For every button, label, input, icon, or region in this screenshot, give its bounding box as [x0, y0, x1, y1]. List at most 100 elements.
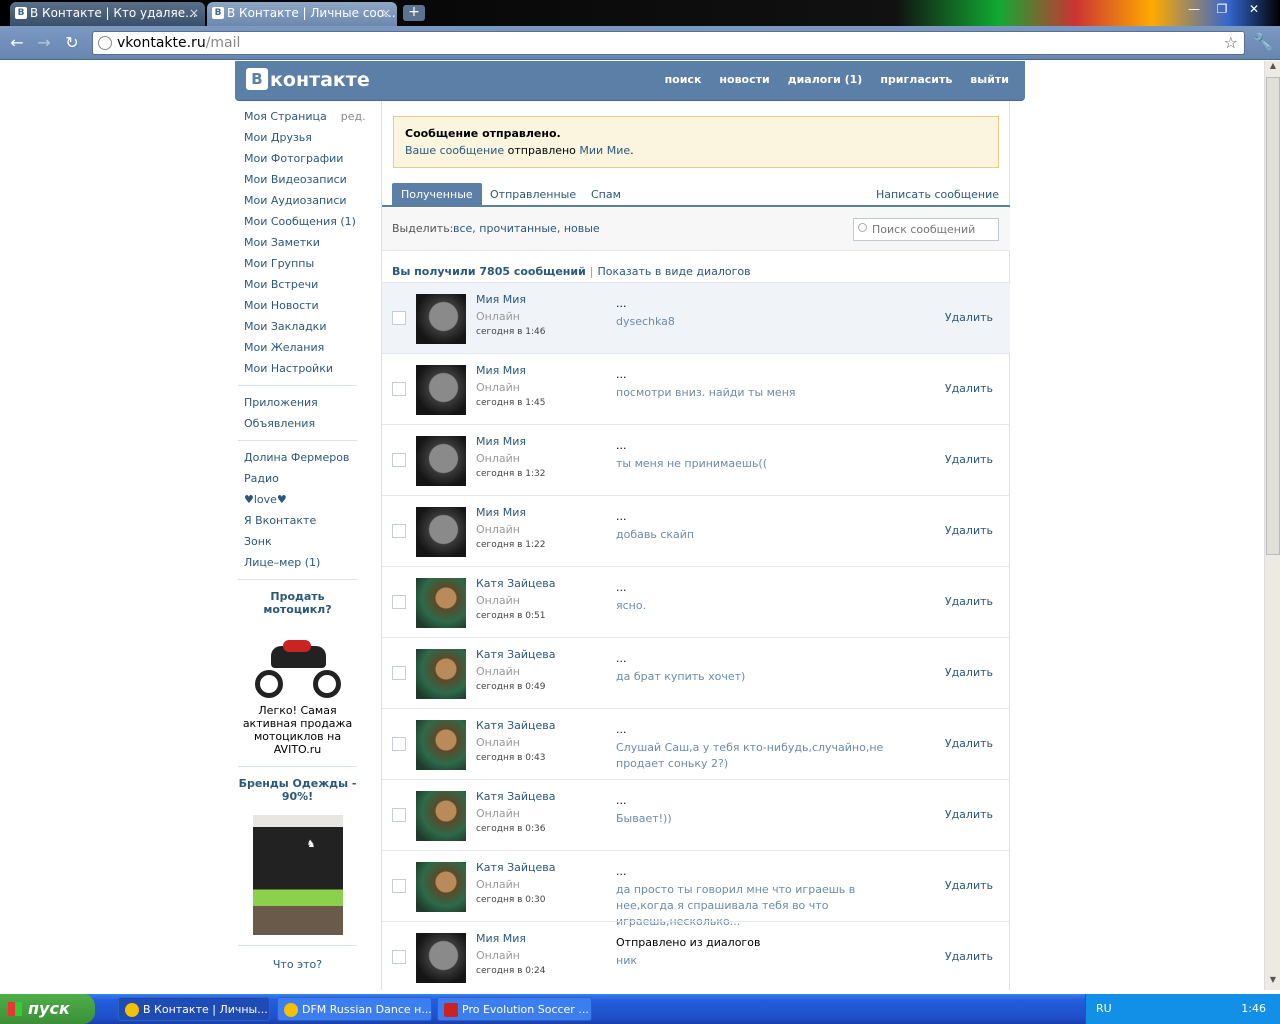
- browser-tab[interactable]: B В Контакте | Кто удаляе... ×: [10, 2, 205, 26]
- sidebar-app-ya-vkontakte[interactable]: Я Вконтакте: [238, 510, 357, 531]
- message-subject[interactable]: ...: [616, 794, 627, 807]
- write-message-link[interactable]: Написать сообщение: [876, 183, 999, 207]
- minimize-button[interactable]: —: [1180, 0, 1208, 18]
- nav-logout[interactable]: выйти: [970, 73, 1009, 86]
- clock[interactable]: 1:46: [1241, 994, 1266, 1024]
- sidebar-item-groups[interactable]: Мои Группы: [238, 253, 357, 274]
- motorcycle-image[interactable]: [253, 628, 343, 698]
- message-preview[interactable]: да брат купить хочет): [616, 669, 916, 685]
- sidebar-app-farm[interactable]: Долина Фермеров: [238, 447, 357, 468]
- tab-spam[interactable]: Спам: [582, 183, 630, 207]
- message-row[interactable]: Мия Мия Онлайн сегодня в 1:22... добавь ска…: [382, 495, 1010, 566]
- close-icon[interactable]: ×: [189, 2, 199, 24]
- delete-link[interactable]: Удалить: [945, 311, 993, 324]
- sender-name[interactable]: Мия Мия: [476, 293, 526, 306]
- sender-name[interactable]: Катя Зайцева: [476, 648, 556, 661]
- sidebar-item-bookmarks[interactable]: Мои Закладки: [238, 316, 357, 337]
- sidebar-item-settings[interactable]: Мои Настройки: [238, 358, 357, 379]
- page-scrollbar[interactable]: ▲ ▼: [1264, 61, 1280, 990]
- ad-title[interactable]: Продать мотоцикл?: [238, 590, 357, 616]
- sender-name[interactable]: Мия Мия: [476, 364, 526, 377]
- avatar[interactable]: [416, 365, 466, 415]
- ad-title[interactable]: Бренды Одежды - 90%!: [238, 777, 357, 803]
- scroll-up-arrow-icon[interactable]: ▲: [1266, 61, 1280, 76]
- back-arrow-icon[interactable]: ←: [6, 32, 28, 54]
- message-checkbox[interactable]: [392, 453, 406, 467]
- sidebar-app-radio[interactable]: Радио: [238, 468, 357, 489]
- tab-inbox[interactable]: Полученные: [392, 183, 482, 207]
- avatar[interactable]: [416, 578, 466, 628]
- select-links[interactable]: все, прочитанные, новые: [453, 222, 600, 235]
- forward-arrow-icon[interactable]: →: [33, 32, 55, 54]
- sender-name[interactable]: Мия Мия: [476, 435, 526, 448]
- delete-link[interactable]: Удалить: [945, 808, 993, 821]
- close-icon[interactable]: ×: [381, 2, 391, 24]
- message-row[interactable]: Катя Зайцева Онлайн сегодня в 0:43... Слуша…: [382, 708, 1010, 779]
- nav-news[interactable]: новости: [719, 73, 769, 86]
- message-subject[interactable]: ...: [616, 368, 627, 381]
- sender-name[interactable]: Мия Мия: [476, 932, 526, 945]
- message-subject[interactable]: ...: [616, 510, 627, 523]
- scrollbar-thumb[interactable]: [1266, 77, 1280, 555]
- sidebar-item-wishes[interactable]: Мои Желания: [238, 337, 357, 358]
- sender-name[interactable]: Мия Мия: [476, 506, 526, 519]
- message-row[interactable]: Катя Зайцева Онлайн сегодня в 0:51... ясно.…: [382, 566, 1010, 637]
- new-tab-button[interactable]: +: [403, 5, 425, 21]
- nav-invite[interactable]: пригласить: [880, 73, 952, 86]
- message-preview[interactable]: ты меня не принимаешь((: [616, 456, 916, 472]
- message-preview[interactable]: Слушай Саш,а у тебя кто-нибудь,случайно,…: [616, 740, 916, 772]
- nav-dialogs[interactable]: диалоги (1): [788, 73, 863, 86]
- message-subject[interactable]: Отправлено из диалогов: [616, 936, 760, 949]
- sidebar-item-videos[interactable]: Мои Видеозаписи: [238, 169, 357, 190]
- message-row[interactable]: Мия Мия Онлайн сегодня в 1:32... ты меня не…: [382, 424, 1010, 495]
- sender-name[interactable]: Катя Зайцева: [476, 577, 556, 590]
- message-row[interactable]: Катя Зайцева Онлайн сегодня в 0:30... да пр…: [382, 850, 1010, 928]
- sidebar-item-ads[interactable]: Объявления: [238, 413, 357, 434]
- message-subject[interactable]: ...: [616, 297, 627, 310]
- message-row[interactable]: Мия Мия Онлайн сегодня в 0:24 Отправлено из…: [382, 921, 1010, 990]
- language-indicator[interactable]: RU: [1096, 994, 1112, 1024]
- delete-link[interactable]: Удалить: [945, 737, 993, 750]
- message-subject[interactable]: ...: [616, 581, 627, 594]
- message-search-input[interactable]: Поиск сообщений: [853, 218, 999, 241]
- nav-search[interactable]: поиск: [665, 73, 702, 86]
- message-checkbox[interactable]: [392, 737, 406, 751]
- scroll-down-arrow-icon[interactable]: ▼: [1266, 975, 1280, 990]
- delete-link[interactable]: Удалить: [945, 524, 993, 537]
- address-bar[interactable]: vkontakte.ru/mail ☆: [92, 31, 1245, 55]
- recipient-link[interactable]: Мии Мие: [579, 144, 630, 157]
- delete-link[interactable]: Удалить: [945, 595, 993, 608]
- sidebar-app-love[interactable]: ♥love♥: [238, 489, 357, 510]
- delete-link[interactable]: Удалить: [945, 453, 993, 466]
- avatar[interactable]: [416, 507, 466, 557]
- sidebar-item-news[interactable]: Мои Новости: [238, 295, 357, 316]
- message-preview[interactable]: dysechka8: [616, 314, 916, 330]
- message-row[interactable]: Мия Мия Онлайн сегодня в 1:45... посмотри в…: [382, 353, 1010, 424]
- sidebar-item-my-page[interactable]: Моя Страница ред.: [238, 106, 366, 127]
- avatar[interactable]: [416, 791, 466, 841]
- avatar[interactable]: [416, 720, 466, 770]
- delete-link[interactable]: Удалить: [945, 950, 993, 963]
- message-subject[interactable]: ...: [616, 723, 627, 736]
- avatar[interactable]: [416, 649, 466, 699]
- wrench-icon[interactable]: 🔧: [1253, 32, 1273, 51]
- delete-link[interactable]: Удалить: [945, 382, 993, 395]
- maximize-button[interactable]: ❐: [1208, 0, 1236, 18]
- avatar[interactable]: [416, 436, 466, 486]
- sidebar-item-apps[interactable]: Приложения: [238, 392, 357, 413]
- sidebar-item-messages[interactable]: Мои Сообщения (1): [238, 211, 357, 232]
- ad-clothes[interactable]: Бренды Одежды - 90%! ♞: [238, 773, 357, 939]
- delete-link[interactable]: Удалить: [945, 879, 993, 892]
- sidebar-item-photos[interactable]: Мои Фотографии: [238, 148, 357, 169]
- message-checkbox[interactable]: [392, 808, 406, 822]
- message-subject[interactable]: ...: [616, 439, 627, 452]
- message-subject[interactable]: ...: [616, 865, 627, 878]
- message-preview[interactable]: ник: [616, 953, 916, 969]
- sender-name[interactable]: Катя Зайцева: [476, 861, 556, 874]
- message-checkbox[interactable]: [392, 524, 406, 538]
- sidebar-item-events[interactable]: Мои Встречи: [238, 274, 357, 295]
- show-as-dialogs-link[interactable]: Показать в виде диалогов: [598, 265, 751, 278]
- sender-name[interactable]: Катя Зайцева: [476, 790, 556, 803]
- message-row[interactable]: Катя Зайцева Онлайн сегодня в 0:36... Бывае…: [382, 779, 1010, 850]
- message-checkbox[interactable]: [392, 666, 406, 680]
